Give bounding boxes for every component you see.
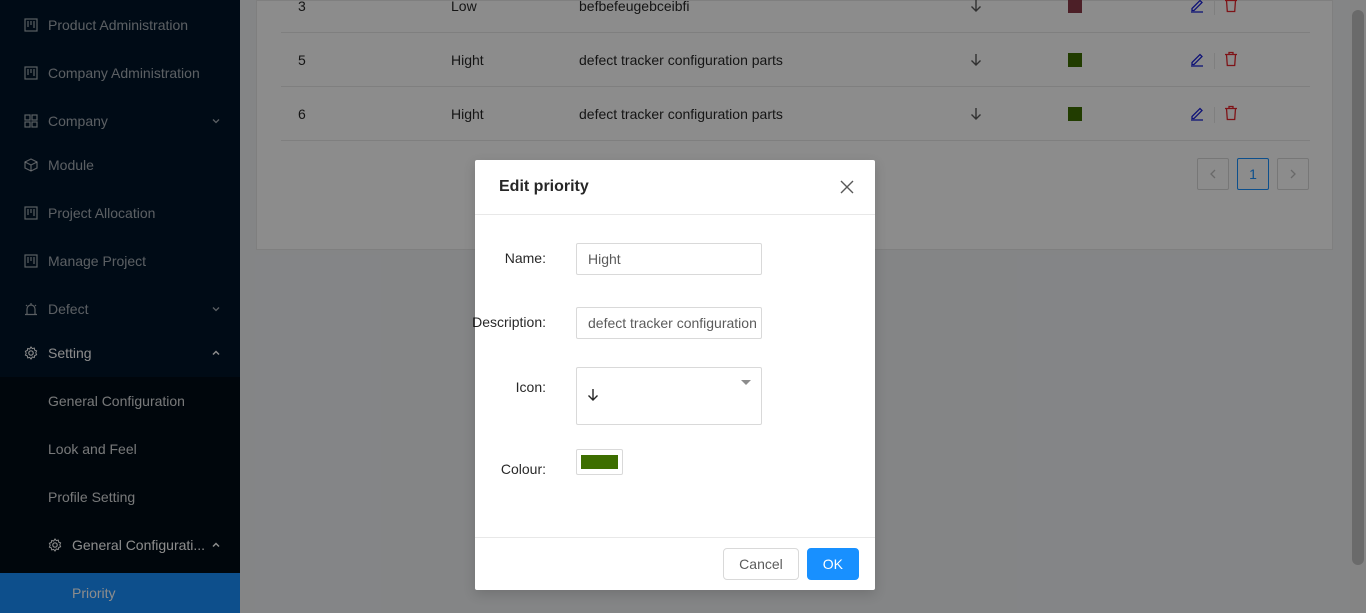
cancel-button[interactable]: Cancel — [723, 548, 799, 580]
modal-title: Edit priority — [499, 178, 589, 195]
name-input[interactable]: Hight — [576, 243, 762, 275]
description-label: Description: — [472, 314, 546, 330]
form-row-colour: Colour: — [499, 449, 851, 477]
close-button[interactable] — [835, 176, 859, 200]
form-row-description: Description: defect tracker configuratio… — [472, 307, 851, 339]
colour-preview — [581, 455, 618, 469]
close-icon — [840, 180, 854, 197]
form-row-icon: Icon: — [499, 367, 851, 425]
arrow-down-icon — [587, 388, 599, 405]
caret-down-icon — [741, 380, 751, 385]
modal-header: Edit priority — [475, 160, 875, 215]
form-row-name: Name: Hight — [499, 243, 851, 275]
name-label: Name: — [504, 250, 546, 266]
colour-picker[interactable] — [576, 449, 623, 475]
ok-button[interactable]: OK — [806, 548, 859, 580]
colour-label: Colour: — [500, 461, 546, 477]
description-input[interactable]: defect tracker configuration parts — [576, 307, 762, 339]
icon-label: Icon: — [515, 379, 546, 395]
edit-priority-modal: Edit priority Name: Hight Description: d… — [472, 160, 875, 590]
modal-footer: Cancel OK — [475, 537, 875, 590]
icon-select[interactable] — [576, 367, 762, 425]
